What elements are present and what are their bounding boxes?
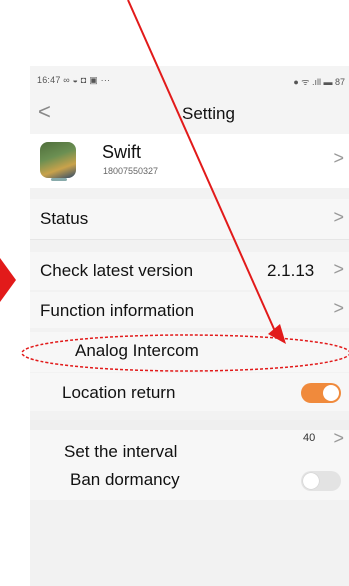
annotation-overlay (21, 0, 349, 372)
dashed-highlight-ellipse (21, 334, 349, 372)
red-arrowhead (268, 324, 286, 344)
red-arrow-line (127, 0, 279, 339)
